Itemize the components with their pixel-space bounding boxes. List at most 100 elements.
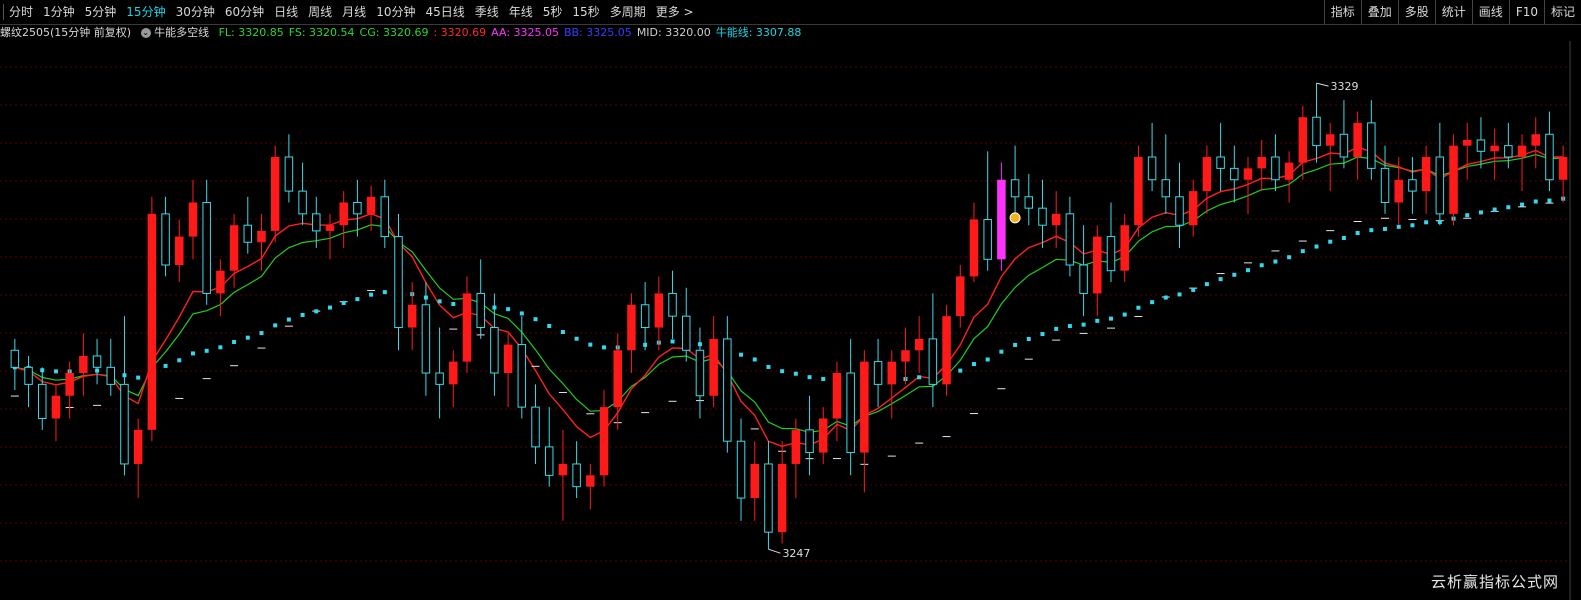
long-line-dot <box>245 335 250 340</box>
long-line-dot <box>1246 268 1251 273</box>
candle-body <box>133 429 143 464</box>
candle-body <box>38 383 47 419</box>
candle-body <box>284 156 294 192</box>
candle-body <box>1161 179 1171 198</box>
candle-body <box>161 213 170 266</box>
candle-body <box>654 293 664 328</box>
right-tools: 指标 叠加 多股 统计 画线 F10 标记 <box>1323 0 1581 24</box>
indicator-menu-icon[interactable]: ⌄ <box>140 28 151 38</box>
long-line-dot <box>286 317 291 322</box>
candle-body <box>1545 133 1554 181</box>
tab-period-11[interactable]: 季线 <box>470 0 504 24</box>
tab-period-15[interactable]: 多周期 <box>605 0 651 24</box>
tab-period-10[interactable]: 45日线 <box>420 0 469 24</box>
candle-body <box>325 225 335 231</box>
candle-body <box>668 292 677 317</box>
long-line-dot <box>602 345 607 350</box>
candle-body <box>407 304 417 328</box>
tab-period-6[interactable]: 日线 <box>269 0 303 24</box>
tab-period-8[interactable]: 月线 <box>337 0 371 24</box>
candle-body <box>764 463 773 533</box>
tab-period-12[interactable]: 年线 <box>504 0 538 24</box>
candle-body <box>1476 139 1486 152</box>
tab-period-7[interactable]: 周线 <box>303 0 337 24</box>
candle-body <box>914 338 924 351</box>
long-line-dot <box>1410 223 1415 228</box>
tab-period-2[interactable]: 5分钟 <box>80 0 122 24</box>
tool-button-4[interactable]: 画线 <box>1471 0 1509 24</box>
long-line-dot <box>177 358 182 363</box>
watermark-text: 云析赢指标公式网 <box>1430 573 1559 591</box>
candle-body <box>969 219 979 277</box>
candle-body <box>860 361 869 453</box>
tool-button-3[interactable]: 统计 <box>1434 0 1472 24</box>
low-pointer <box>768 548 781 554</box>
candle-body <box>1079 264 1088 294</box>
candle-body <box>873 361 883 385</box>
candle-body <box>1202 157 1212 192</box>
tab-period-14[interactable]: 15秒 <box>567 0 604 24</box>
tab-period-3[interactable]: 15分钟 <box>121 0 170 24</box>
candle-body <box>709 338 718 396</box>
candlestick-chart[interactable]: 3329 3247 <box>0 41 1581 600</box>
long-line-dot <box>1232 272 1237 277</box>
long-line-dot <box>163 363 168 368</box>
long-line-dot <box>807 375 812 380</box>
candle-body <box>558 463 568 476</box>
long-line-dot <box>1150 300 1155 305</box>
candle-body <box>394 236 403 329</box>
candle-body <box>1504 145 1513 158</box>
tool-button-1[interactable]: 叠加 <box>1360 0 1398 24</box>
long-line-dot <box>327 305 332 310</box>
tab-period-9[interactable]: 10分钟 <box>371 0 420 24</box>
long-line-dot <box>1204 282 1209 287</box>
candle-body <box>1120 225 1129 271</box>
long-line-dot <box>588 342 593 347</box>
candle-body <box>1134 157 1143 226</box>
tool-button-6[interactable]: 标记 <box>1543 0 1581 24</box>
tool-button-5[interactable]: F10 <box>1508 0 1544 24</box>
candle-body <box>887 361 897 385</box>
tab-period-5[interactable]: 60分钟 <box>220 0 269 24</box>
tool-button-2[interactable]: 多股 <box>1397 0 1435 24</box>
candle-body <box>490 327 499 374</box>
legend-item-4: AA: 3325.05 <box>491 26 560 39</box>
long-line-dot <box>917 375 922 380</box>
candle-body <box>175 236 184 265</box>
candle-body <box>805 429 814 454</box>
long-line-dot <box>1054 326 1059 331</box>
long-line-dot <box>1396 224 1401 229</box>
long-line-dot <box>1520 202 1525 207</box>
legend-values: FL: 3320.85 FS: 3320.54 CG: 3320.69: 3320.… <box>219 26 807 39</box>
candle-body <box>92 355 102 368</box>
candle-body <box>449 361 458 385</box>
candle-body <box>832 373 842 419</box>
long-line-dot <box>1492 207 1497 212</box>
tab-period-4[interactable]: 30分钟 <box>171 0 220 24</box>
candle-body <box>243 224 253 243</box>
candle-body <box>997 179 1006 260</box>
long-line-dot <box>1273 259 1278 264</box>
long-line-dot <box>1177 292 1182 297</box>
legend-item-1: FS: 3320.54 <box>288 26 355 39</box>
long-line-dot <box>821 376 826 381</box>
tool-button-0[interactable]: 指标 <box>1323 0 1361 24</box>
long-line-dot <box>560 329 565 334</box>
tab-period-0[interactable]: 分时 <box>4 0 38 24</box>
tab-period-1[interactable]: 1分钟 <box>38 0 80 24</box>
long-line-dot <box>232 340 237 345</box>
candle-body <box>462 293 472 362</box>
candle-body <box>640 304 650 329</box>
candle-body <box>1408 179 1417 192</box>
candle-body <box>942 316 951 385</box>
tab-period-13[interactable]: 5秒 <box>538 0 568 24</box>
candle-body <box>627 304 636 351</box>
candle-body <box>421 304 431 374</box>
indicator-name[interactable]: 牛能多空线 <box>154 26 209 39</box>
tab-period-16[interactable]: 更多 > <box>651 0 699 24</box>
long-line-dot <box>314 309 319 314</box>
candle-body <box>750 463 759 499</box>
legend-item-0: FL: 3320.85 <box>218 26 284 39</box>
long-line-dot <box>1547 198 1552 203</box>
candle-body <box>1490 145 1499 152</box>
